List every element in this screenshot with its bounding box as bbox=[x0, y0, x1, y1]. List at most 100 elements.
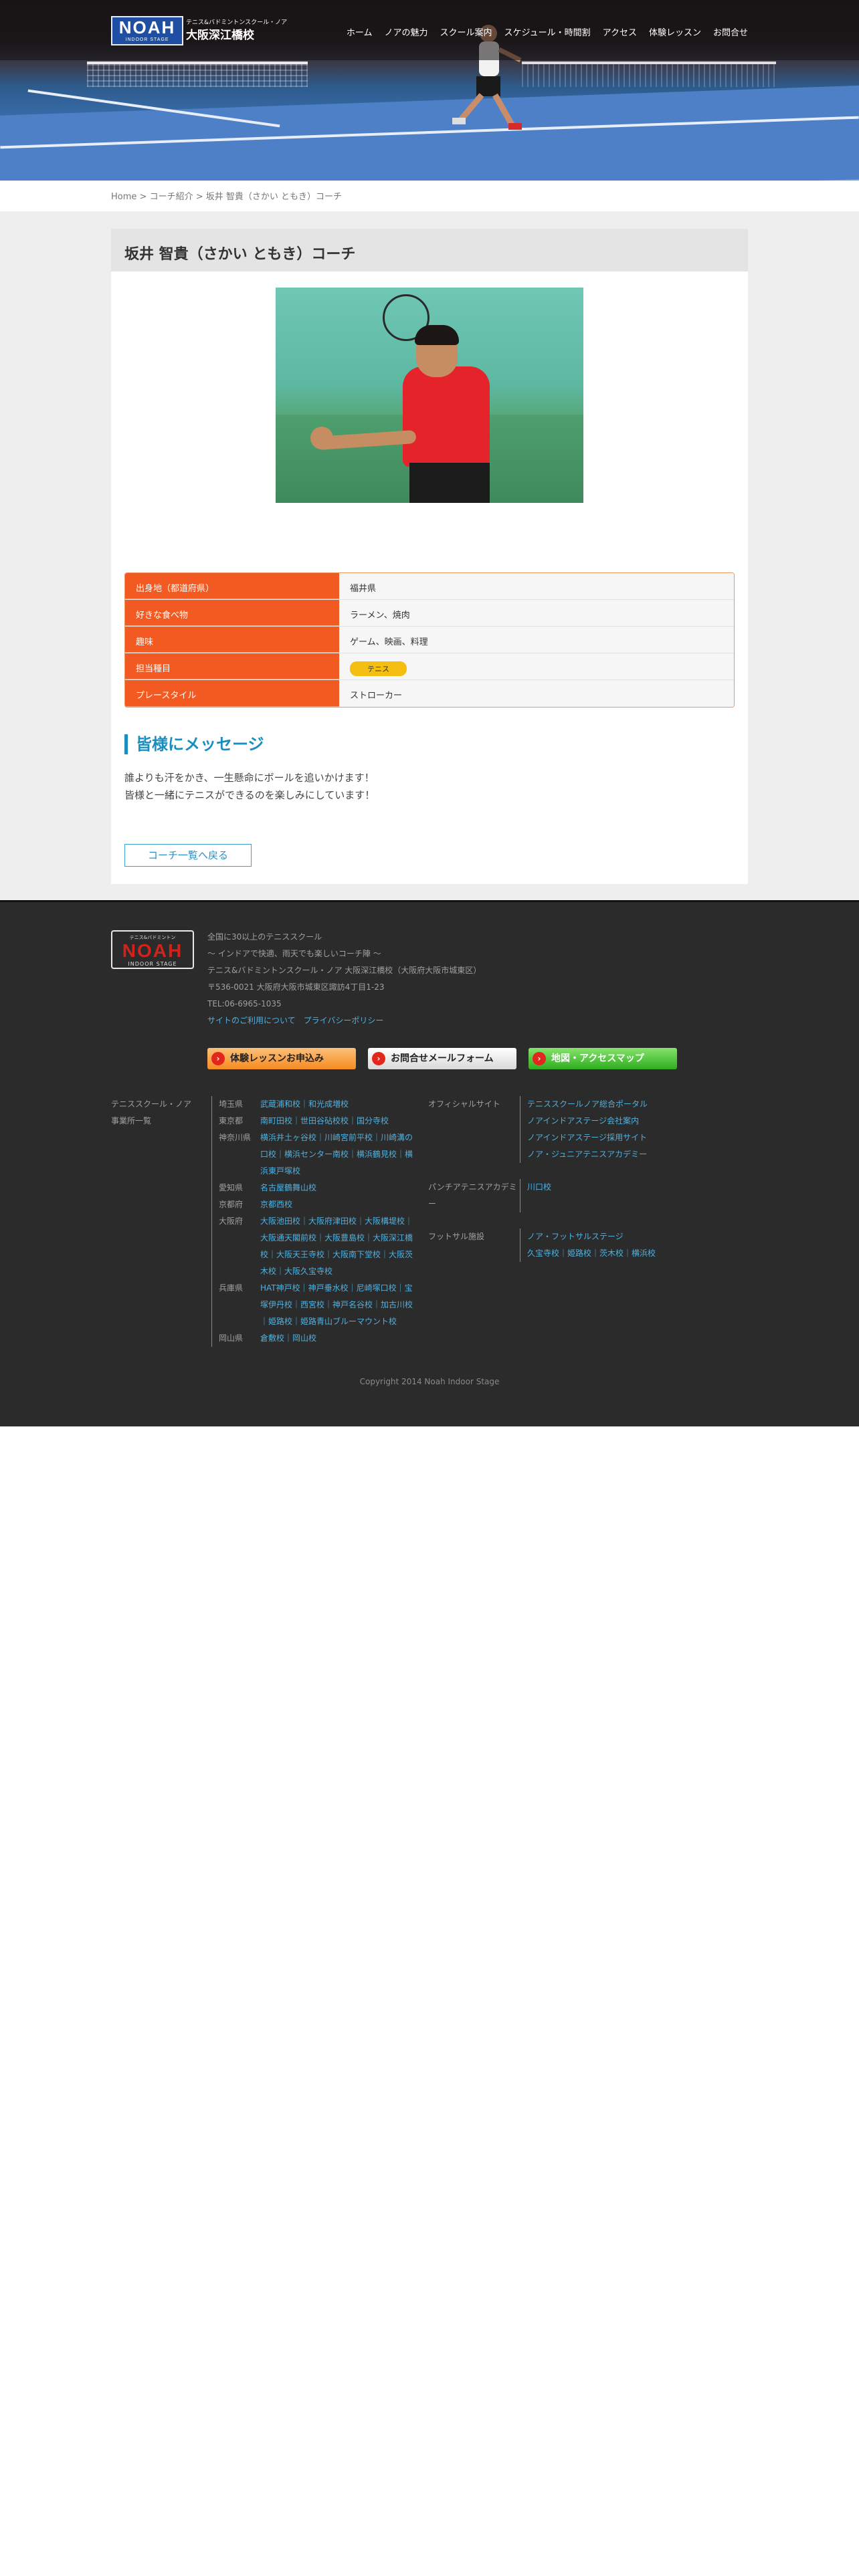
other-sites: オフィシャルサイト テニススクールノア総合ポータル ノアインドアステージ会社案内… bbox=[428, 1096, 749, 1267]
profile-label: プレースタイル bbox=[125, 680, 339, 707]
school-links[interactable]: 名古屋鶴舞山校 bbox=[260, 1180, 316, 1196]
access-map-button[interactable]: › 地図・アクセスマップ bbox=[529, 1048, 677, 1069]
sport-tag: テニス bbox=[350, 661, 407, 676]
company-link[interactable]: ノアインドアステージ会社案内 bbox=[527, 1113, 648, 1130]
nav-appeal[interactable]: ノアの魅力 bbox=[384, 25, 427, 38]
nav-school-guide[interactable]: スクール案内 bbox=[440, 25, 492, 38]
school-row: 愛知県 名古屋鶴舞山校 bbox=[219, 1180, 419, 1196]
message-line: 誰よりも汗をかき、一生懸命にボールを追いかけます！ bbox=[124, 772, 375, 784]
contact-form-button-label: お問合せメールフォーム bbox=[391, 1053, 494, 1064]
profile-label: 好きな食べ物 bbox=[125, 600, 339, 626]
breadcrumb-coaches[interactable]: コーチ紹介 bbox=[150, 192, 193, 202]
photo-pants bbox=[409, 463, 490, 503]
site-logo[interactable]: NOAH INDOOR STAGE テニス&バドミントンスクール・ノア 大阪深江橋… bbox=[111, 16, 287, 45]
nav-home[interactable]: ホーム bbox=[347, 25, 373, 38]
junior-academy-link[interactable]: ノア・ジュニアテニスアカデミー bbox=[527, 1146, 648, 1163]
nav-schedule[interactable]: スケジュール・時間割 bbox=[504, 25, 591, 38]
prefecture: 東京都 bbox=[219, 1116, 244, 1125]
futsal-link[interactable]: ノア・フットサルステージ bbox=[527, 1228, 656, 1245]
nav-trial-lesson[interactable]: 体験レッスン bbox=[649, 25, 701, 38]
breadcrumb-current: 坂井 智貴（さかい ともき）コーチ bbox=[205, 192, 343, 202]
footer-policy-links: サイトのご利用について プライバシーポリシー bbox=[207, 1012, 481, 1029]
breadcrumb-home[interactable]: Home bbox=[111, 192, 136, 202]
other-site-group: フットサル施設 ノア・フットサルステージ 久宝寺校｜姫路校｜茨木校｜横浜校 bbox=[428, 1228, 749, 1262]
profile-row: 趣味 ゲーム、映画、料理 bbox=[125, 627, 734, 653]
school-links[interactable]: HAT神戸校｜神戸垂水校｜尼崎塚口校｜宝塚伊丹校｜西宮校｜神戸名谷校｜加古川校｜… bbox=[260, 1280, 419, 1330]
school-links[interactable]: 大阪池田校｜大阪府津田校｜大阪構堤校｜大阪通天閣前校｜大阪豊島校｜大阪深江橋校｜… bbox=[260, 1213, 419, 1280]
copyright: Copyright 2014 Noah Indoor Stage bbox=[359, 1377, 500, 1386]
logo-school-name: 大阪深江橋校 bbox=[186, 29, 254, 42]
arrow-right-icon: › bbox=[533, 1052, 546, 1065]
footer-phone: TEL:06-6965-1035 bbox=[207, 999, 282, 1008]
profile-row: 出身地（都道府県） 福井県 bbox=[125, 573, 734, 600]
other-site-links: テニススクールノア総合ポータル ノアインドアステージ会社案内 ノアインドアステー… bbox=[520, 1096, 648, 1163]
site-footer: テニス&バドミントン NOAH INDOOR STAGE 全国に30以上のテニス… bbox=[0, 900, 859, 1426]
footer-info-line: 〜 インドアで快適、雨天でも楽しいコーチ陣 〜 bbox=[207, 949, 381, 958]
recruit-link[interactable]: ノアインドアステージ採用サイト bbox=[527, 1130, 648, 1146]
footer-address: 〒536-0021 大阪府大阪市城東区諏訪4丁目1-23 bbox=[207, 982, 385, 992]
profile-label: 担当種目 bbox=[125, 653, 339, 679]
other-site-group: オフィシャルサイト テニススクールノア総合ポータル ノアインドアステージ会社案内… bbox=[428, 1096, 749, 1163]
footer-info-line: 全国に30以上のテニススクール bbox=[207, 932, 322, 942]
official-portal-link[interactable]: テニススクールノア総合ポータル bbox=[527, 1096, 648, 1113]
footer-logo-bottom: INDOOR STAGE bbox=[128, 961, 177, 967]
breadcrumb-separator: > bbox=[195, 192, 203, 202]
prefecture: 愛知県 bbox=[219, 1183, 244, 1192]
footer-branch-list-link[interactable]: 事業所一覧 bbox=[111, 1113, 191, 1130]
other-site-label: フットサル施設 bbox=[428, 1232, 485, 1241]
profile-value: ストローカー bbox=[339, 680, 734, 707]
title-bar: 坂井 智貴（さかい ともき）コーチ bbox=[111, 229, 748, 272]
arrow-right-icon: › bbox=[211, 1052, 225, 1065]
tennis-net-image bbox=[87, 62, 308, 87]
tennis-net-image bbox=[522, 62, 776, 87]
school-row: 埼玉県 武蔵浦和校｜和光成増校 bbox=[219, 1096, 419, 1113]
privacy-policy-link[interactable]: プライバシーポリシー bbox=[304, 1016, 384, 1025]
contact-form-button[interactable]: › お問合せメールフォーム bbox=[368, 1048, 516, 1069]
page-title: 坂井 智貴（さかい ともき）コーチ bbox=[124, 246, 356, 263]
footer-info-line: テニス&バドミントンスクール・ノア 大阪深江橋校（大阪府大阪市城東区） bbox=[207, 966, 482, 975]
message-heading: 皆様にメッセージ bbox=[124, 734, 264, 754]
arrow-right-icon: › bbox=[372, 1052, 385, 1065]
school-links[interactable]: 武蔵浦和校｜和光成増校 bbox=[260, 1096, 349, 1113]
nav-access[interactable]: アクセス bbox=[603, 25, 637, 38]
profile-label: 趣味 bbox=[125, 627, 339, 653]
site-usage-link[interactable]: サイトのご利用について bbox=[207, 1016, 296, 1025]
profile-label: 出身地（都道府県） bbox=[125, 573, 339, 599]
back-to-coaches-button[interactable]: コーチ一覧へ戻る bbox=[124, 844, 252, 867]
school-links[interactable]: 南町田校｜世田谷砧校校｜国分寺校 bbox=[260, 1113, 389, 1130]
noah-logo-mark: NOAH INDOOR STAGE bbox=[111, 16, 183, 45]
other-site-links: ノア・フットサルステージ 久宝寺校｜姫路校｜茨木校｜横浜校 bbox=[520, 1228, 656, 1262]
school-links[interactable]: 京都西校 bbox=[260, 1196, 292, 1213]
school-row: 岡山県 倉敷校｜岡山校 bbox=[219, 1330, 419, 1347]
footer-brand-link[interactable]: テニススクール・ノア bbox=[111, 1096, 191, 1113]
kawaguchi-link[interactable]: 川口校 bbox=[527, 1179, 551, 1196]
school-links[interactable]: 倉敷校｜岡山校 bbox=[260, 1330, 316, 1347]
footer-info: 全国に30以上のテニススクール 〜 インドアで快適、雨天でも楽しいコーチ陣 〜 … bbox=[207, 929, 481, 1029]
message-line: 皆様と一緒にテニスができるのを楽しみにしています！ bbox=[124, 789, 375, 801]
top-header-bar: NOAH INDOOR STAGE テニス&バドミントンスクール・ノア 大阪深江橋… bbox=[0, 0, 859, 60]
profile-row: プレースタイル ストローカー bbox=[125, 680, 734, 707]
coach-profile-card: 坂井 智貴（さかい ともき）コーチ 出身地（都道府県） 福井県 好きな食べ物 ラ… bbox=[111, 229, 748, 884]
nav-contact[interactable]: お問合せ bbox=[713, 25, 748, 38]
profile-value: テニス bbox=[339, 653, 734, 679]
footer-logo[interactable]: テニス&バドミントン NOAH INDOOR STAGE bbox=[111, 930, 194, 969]
prefecture: 神奈川県 bbox=[219, 1133, 252, 1142]
other-site-label: パンチアテニスアカデミー bbox=[428, 1182, 517, 1208]
message-body: 誰よりも汗をかき、一生懸命にボールを追いかけます！ 皆様と一緒にテニスができるの… bbox=[124, 769, 375, 804]
prefecture: 岡山県 bbox=[219, 1333, 244, 1343]
futsal-branches-link[interactable]: 久宝寺校｜姫路校｜茨木校｜横浜校 bbox=[527, 1245, 656, 1262]
profile-table: 出身地（都道府県） 福井県 好きな食べ物 ラーメン、焼肉 趣味 ゲーム、映画、料… bbox=[124, 572, 735, 708]
trial-lesson-button-label: 体験レッスンお申込み bbox=[230, 1053, 324, 1064]
photo-hand bbox=[310, 427, 333, 449]
profile-value: ゲーム、映画、料理 bbox=[339, 627, 734, 653]
breadcrumb-separator: > bbox=[139, 192, 147, 202]
school-row: 東京都 南町田校｜世田谷砧校校｜国分寺校 bbox=[219, 1113, 419, 1130]
access-map-button-label: 地図・アクセスマップ bbox=[551, 1053, 644, 1064]
footer-left-links: テニススクール・ノア 事業所一覧 bbox=[111, 1096, 191, 1130]
breadcrumb: Home > コーチ紹介 > 坂井 智貴（さかい ともき）コーチ bbox=[111, 189, 342, 202]
coach-photo bbox=[276, 288, 583, 503]
school-links[interactable]: 横浜井土ヶ谷校｜川崎宮前平校｜川崎溝の口校｜横浜センター南校｜横浜鶴見校｜横浜東… bbox=[260, 1130, 419, 1180]
trial-lesson-button[interactable]: › 体験レッスンお申込み bbox=[207, 1048, 356, 1069]
photo-shirt bbox=[403, 366, 490, 467]
school-list: 埼玉県 武蔵浦和校｜和光成増校 東京都 南町田校｜世田谷砧校校｜国分寺校 神奈川県横… bbox=[211, 1096, 419, 1347]
